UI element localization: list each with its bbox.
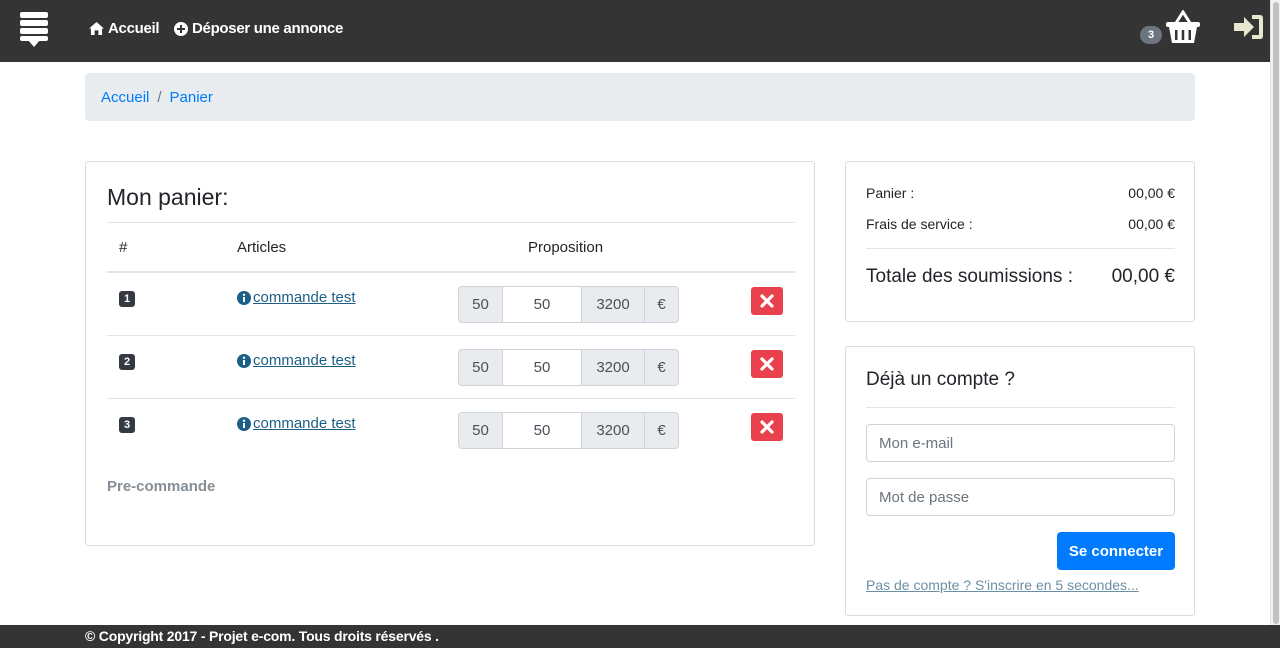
navbar: Accueil Déposer une annonce 3	[0, 0, 1270, 62]
remove-item-button[interactable]	[751, 350, 783, 378]
breadcrumb-separator: /	[157, 88, 162, 106]
header-articles: Articles	[237, 239, 287, 256]
summary-cart-value: 00,00 €	[1128, 185, 1175, 201]
quantity-addon: 50	[458, 412, 502, 449]
summary-total-value: 00,00 €	[1111, 266, 1175, 287]
summary-fees-value: 00,00 €	[1128, 216, 1175, 232]
nav-home-link[interactable]: Accueil	[89, 20, 160, 37]
divider	[107, 271, 795, 273]
article-link[interactable]: commande test	[237, 415, 356, 432]
offer-input[interactable]	[502, 349, 582, 386]
proposition-input-group: 50 3200 €	[458, 412, 679, 449]
currency-addon: €	[644, 286, 679, 323]
plus-circle-icon	[174, 21, 188, 36]
home-icon	[89, 22, 104, 35]
price-addon: 3200	[582, 412, 644, 449]
summary-panel: Panier : 00,00 € Frais de service : 00,0…	[845, 161, 1195, 322]
offer-input[interactable]	[502, 412, 582, 449]
article-link[interactable]: commande test	[237, 352, 356, 369]
proposition-input-group: 50 3200 €	[458, 349, 679, 386]
footer-copyright: © Copyright 2017 - Projet e-com. Tous dr…	[85, 628, 439, 644]
signup-link[interactable]: Pas de compte ? S'inscrire en 5 secondes…	[866, 577, 1139, 593]
divider	[866, 248, 1175, 249]
nav-post-ad-link[interactable]: Déposer une annonce	[174, 20, 343, 37]
footer: © Copyright 2017 - Projet e-com. Tous dr…	[0, 625, 1280, 648]
summary-fees-label: Frais de service :	[866, 216, 973, 232]
proposition-input-group: 50 3200 €	[458, 286, 679, 323]
quantity-addon: 50	[458, 286, 502, 323]
price-addon: 3200	[582, 286, 644, 323]
close-icon	[760, 294, 774, 308]
password-field[interactable]	[866, 478, 1175, 516]
brand-logo-icon[interactable]	[20, 12, 48, 48]
summary-total-label: Totale des soumissions :	[866, 266, 1073, 287]
summary-total-row: Totale des soumissions : 00,00 €	[866, 266, 1175, 288]
offer-input[interactable]	[502, 286, 582, 323]
summary-cart-row: Panier : 00,00 €	[866, 185, 1175, 201]
sign-in-icon[interactable]	[1234, 14, 1264, 40]
summary-fees-row: Frais de service : 00,00 €	[866, 216, 1175, 232]
currency-addon: €	[644, 412, 679, 449]
cart-title: Mon panier:	[107, 184, 229, 210]
divider	[866, 407, 1175, 408]
breadcrumb-cart-link[interactable]: Panier	[170, 89, 213, 106]
summary-cart-label: Panier :	[866, 185, 915, 201]
cart-count-badge: 3	[1140, 26, 1162, 44]
login-panel: Déjà un compte ? Se connecter Pas de com…	[845, 346, 1195, 616]
divider	[107, 222, 795, 223]
row-number-badge: 3	[119, 417, 135, 433]
currency-addon: €	[644, 349, 679, 386]
header-proposition: Proposition	[528, 239, 604, 256]
login-button[interactable]: Se connecter	[1057, 532, 1175, 570]
article-name: commande test	[253, 289, 356, 306]
precommande-label: Pre-commande	[107, 478, 216, 495]
close-icon	[760, 357, 774, 371]
breadcrumb: Accueil / Panier	[85, 73, 1195, 121]
divider	[107, 335, 795, 336]
info-circle-icon	[237, 416, 251, 431]
divider	[107, 398, 795, 399]
nav-post-ad-label: Déposer une annonce	[192, 20, 344, 37]
cart-button[interactable]: 3	[1140, 10, 1204, 50]
remove-item-button[interactable]	[751, 287, 783, 315]
info-circle-icon	[237, 353, 251, 368]
row-number-badge: 2	[119, 354, 135, 370]
login-title: Déjà un compte ?	[866, 369, 1015, 390]
article-name: commande test	[253, 352, 356, 369]
quantity-addon: 50	[458, 349, 502, 386]
breadcrumb-home-link[interactable]: Accueil	[101, 89, 149, 106]
scrollbar-thumb[interactable]	[1273, 2, 1279, 624]
email-field[interactable]	[866, 424, 1175, 462]
page-scrollbar[interactable]	[1270, 0, 1280, 648]
info-circle-icon	[237, 290, 251, 305]
article-name: commande test	[253, 415, 356, 432]
article-link[interactable]: commande test	[237, 289, 356, 306]
basket-icon	[1166, 10, 1200, 43]
header-num: #	[119, 239, 128, 256]
remove-item-button[interactable]	[751, 413, 783, 441]
price-addon: 3200	[582, 349, 644, 386]
cart-panel: Mon panier: # Articles Proposition 1 com…	[85, 161, 815, 546]
row-number-badge: 1	[119, 291, 135, 307]
close-icon	[760, 420, 774, 434]
nav-home-label: Accueil	[108, 20, 160, 37]
